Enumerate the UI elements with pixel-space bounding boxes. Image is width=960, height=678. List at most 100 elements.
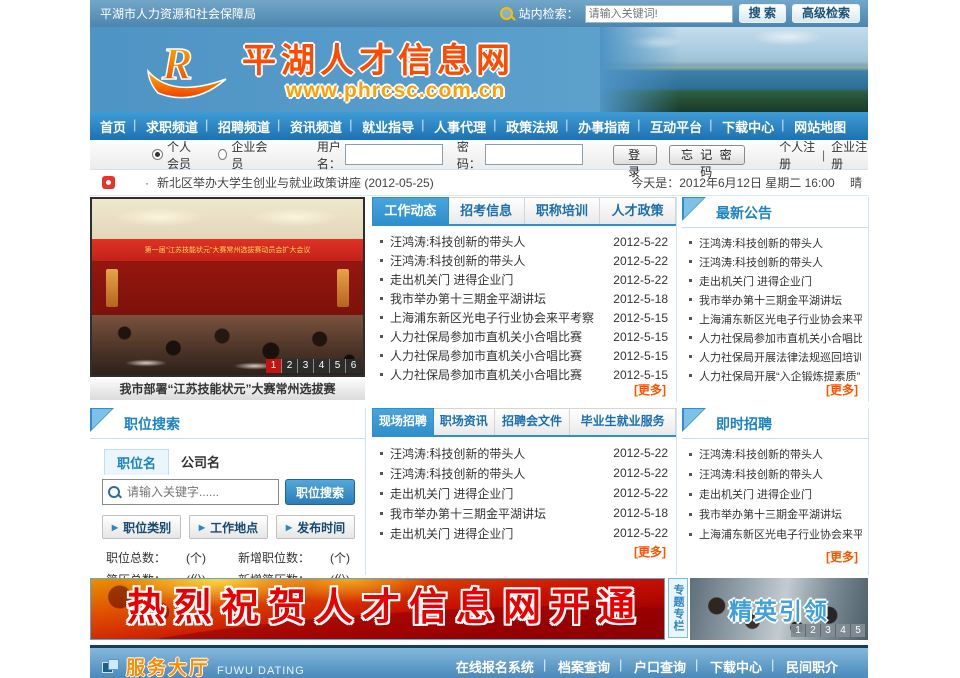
announcement-item[interactable]: 人力社保局参加市直机关小合唱比赛 — [689, 328, 862, 347]
job-search-button[interactable]: 职位搜索 — [285, 479, 355, 505]
login-button[interactable]: 登 录 — [613, 145, 658, 165]
announcement-item[interactable]: 我市举办第十三期金平湖讲坛 — [689, 290, 862, 309]
news-tab[interactable]: 工作动态 — [372, 197, 449, 224]
instant-recruit-item-title[interactable]: 汪鸿涛:科技创新的带头人 — [699, 466, 862, 482]
instant-recruit-item[interactable]: 上海浦东新区光电子行业协会来平考 — [689, 524, 862, 544]
instant-recruit-item[interactable]: 走出机关门 进得企业门 — [689, 484, 862, 504]
nav-item[interactable]: 互动平台 — [640, 117, 712, 136]
news-title[interactable]: 汪鸿涛:科技创新的带头人 — [390, 252, 605, 269]
recruit-item[interactable]: 走出机关门 进得企业门 2012-5-22 — [380, 523, 668, 543]
radio-personal-icon[interactable] — [152, 149, 163, 160]
member-type-personal[interactable]: 个人会员 — [152, 138, 202, 172]
nav-item[interactable]: 就业指导 — [352, 117, 424, 136]
site-search-button[interactable]: 搜 索 — [739, 4, 786, 23]
news-item[interactable]: 人力社保局参加市直机关小合唱比赛 2012-5-15 — [380, 327, 668, 346]
instant-recruit-more-link[interactable]: [更多] — [682, 548, 858, 565]
job-filter-button[interactable]: ▶发布时间 — [276, 515, 355, 539]
slideshow-caption[interactable]: 我市部署“江苏技能状元”大赛常州选拔赛 — [90, 379, 365, 400]
tab-position-name[interactable]: 职位名 — [104, 449, 169, 475]
nav-item[interactable]: 人事代理 — [424, 117, 496, 136]
announcement-item[interactable]: 上海浦东新区光电子行业协会来平考 — [689, 309, 862, 328]
member-type-company[interactable]: 企业会员 — [218, 138, 268, 172]
recruit-tab[interactable]: 毕业生就业服务 — [570, 408, 676, 435]
tab-company-name[interactable]: 公司名 — [169, 449, 232, 475]
slideshow-photo[interactable]: 第一届“江苏技能状元”大赛常州选拔赛动员会扩大会议 123456 — [90, 197, 365, 377]
announcement-title[interactable]: 走出机关门 进得企业门 — [699, 273, 862, 289]
instant-recruit-item[interactable]: 我市举办第十三期金平湖讲坛 — [689, 504, 862, 524]
news-title[interactable]: 人力社保局参加市直机关小合唱比赛 — [390, 347, 605, 364]
announcement-item[interactable]: 汪鸿涛:科技创新的带头人 — [689, 252, 862, 271]
news-tab[interactable]: 职称培训 — [525, 197, 601, 224]
password-field[interactable] — [485, 144, 583, 165]
forgot-password-button[interactable]: 忘 记 密 码 — [669, 145, 745, 165]
elite-photo-banner[interactable]: 精英引领 12345 — [690, 578, 868, 640]
nav-item[interactable]: 求职频道 — [136, 117, 208, 136]
news-title[interactable]: 走出机关门 进得企业门 — [390, 271, 605, 288]
nav-item[interactable]: 网站地图 — [784, 117, 856, 136]
radio-company-icon[interactable] — [218, 149, 227, 160]
slideshow-page-button[interactable]: 6 — [345, 359, 361, 373]
site-search-input[interactable] — [585, 5, 733, 23]
footer-link[interactable]: 在线报名系统 — [444, 657, 546, 676]
announcement-title[interactable]: 上海浦东新区光电子行业协会来平考 — [699, 311, 862, 327]
footer-link[interactable]: 户口查询 — [622, 657, 698, 676]
recruit-tab[interactable]: 现场招聘 — [372, 408, 434, 435]
instant-recruit-item[interactable]: 汪鸿涛:科技创新的带头人 — [689, 444, 862, 464]
advanced-search-button[interactable]: 高级检索 — [792, 4, 860, 23]
news-title[interactable]: 人力社保局参加市直机关小合唱比赛 — [390, 366, 605, 383]
nav-item[interactable]: 下载中心 — [712, 117, 784, 136]
announcements-more-link[interactable]: [更多] — [826, 381, 858, 398]
instant-recruit-item[interactable]: 汪鸿涛:科技创新的带头人 — [689, 464, 862, 484]
news-tab[interactable]: 人才政策 — [600, 197, 676, 224]
news-item[interactable]: 汪鸿涛:科技创新的带头人 2012-5-22 — [380, 232, 668, 251]
announcement-title[interactable]: 汪鸿涛:科技创新的带头人 — [699, 235, 862, 251]
instant-recruit-item-title[interactable]: 上海浦东新区光电子行业协会来平考 — [699, 526, 862, 542]
job-filter-button[interactable]: ▶职位类别 — [102, 515, 181, 539]
site-url[interactable]: www.phrcsc.com.cn — [286, 79, 505, 103]
slideshow-page-button[interactable]: 2 — [281, 359, 297, 373]
news-item[interactable]: 我市举办第十三期金平湖讲坛 2012-5-18 — [380, 289, 668, 308]
nav-item[interactable]: 政策法规 — [496, 117, 568, 136]
recruit-title[interactable]: 汪鸿涛:科技创新的带头人 — [390, 445, 605, 462]
nav-item[interactable]: 首页 — [90, 117, 136, 136]
elite-page-button[interactable]: 2 — [805, 624, 820, 637]
news-title[interactable]: 我市举办第十三期金平湖讲坛 — [390, 290, 605, 307]
announcement-title[interactable]: 人力社保局参加市直机关小合唱比赛 — [699, 330, 862, 346]
elite-page-button[interactable]: 4 — [835, 624, 850, 637]
recruit-title[interactable]: 汪鸿涛:科技创新的带头人 — [390, 465, 605, 482]
elite-page-button[interactable]: 1 — [791, 624, 805, 637]
instant-recruit-item-title[interactable]: 我市举办第十三期金平湖讲坛 — [699, 506, 862, 522]
news-title[interactable]: 汪鸿涛:科技创新的带头人 — [390, 233, 605, 250]
news-item[interactable]: 走出机关门 进得企业门 2012-5-22 — [380, 270, 668, 289]
instant-recruit-item-title[interactable]: 汪鸿涛:科技创新的带头人 — [699, 446, 862, 462]
announcement-title[interactable]: 人力社保局开展法律法规巡回培训 — [699, 349, 862, 365]
news-item[interactable]: 上海浦东新区光电子行业协会来平考察 2012-5-15 — [380, 308, 668, 327]
register-personal-link[interactable]: 个人注册 — [779, 138, 816, 172]
recruit-item[interactable]: 汪鸿涛:科技创新的带头人 2012-5-22 — [380, 463, 668, 483]
recruit-tab[interactable]: 招聘会文件 — [495, 408, 571, 435]
register-company-link[interactable]: 企业注册 — [831, 138, 868, 172]
recruit-title[interactable]: 我市举办第十三期金平湖讲坛 — [390, 505, 605, 522]
elite-page-button[interactable]: 5 — [850, 624, 865, 637]
news-tab[interactable]: 招考信息 — [449, 197, 525, 224]
slideshow-page-button[interactable]: 1 — [266, 359, 281, 373]
slideshow-page-button[interactable]: 4 — [313, 359, 329, 373]
recruit-item[interactable]: 我市举办第十三期金平湖讲坛 2012-5-18 — [380, 503, 668, 523]
news-item[interactable]: 人力社保局参加市直机关小合唱比赛 2012-5-15 — [380, 365, 668, 384]
news-item[interactable]: 人力社保局参加市直机关小合唱比赛 2012-5-15 — [380, 346, 668, 365]
recruit-more-link[interactable]: [更多] — [372, 543, 666, 560]
recruit-item[interactable]: 走出机关门 进得企业门 2012-5-22 — [380, 483, 668, 503]
announcement-title[interactable]: 汪鸿涛:科技创新的带头人 — [699, 254, 862, 270]
footer-link[interactable]: 民间职介 — [774, 657, 850, 676]
nav-item[interactable]: 资讯频道 — [280, 117, 352, 136]
footer-link[interactable]: 下载中心 — [698, 657, 774, 676]
nav-item[interactable]: 办事指南 — [568, 117, 640, 136]
ticker-headline[interactable]: 新北区举办大学生创业与就业政策讲座 (2012-05-25) — [157, 174, 434, 191]
footer-link[interactable]: 档案查询 — [546, 657, 622, 676]
announcement-title[interactable]: 我市举办第十三期金平湖讲坛 — [699, 292, 862, 308]
nav-item[interactable]: 招聘频道 — [208, 117, 280, 136]
celebration-banner[interactable]: 热烈祝贺人才信息网开通 — [90, 578, 665, 640]
announcement-item[interactable]: 人力社保局开展法律法规巡回培训 — [689, 347, 862, 366]
news-more-link[interactable]: [更多] — [634, 381, 666, 398]
instant-recruit-item-title[interactable]: 走出机关门 进得企业门 — [699, 486, 862, 502]
